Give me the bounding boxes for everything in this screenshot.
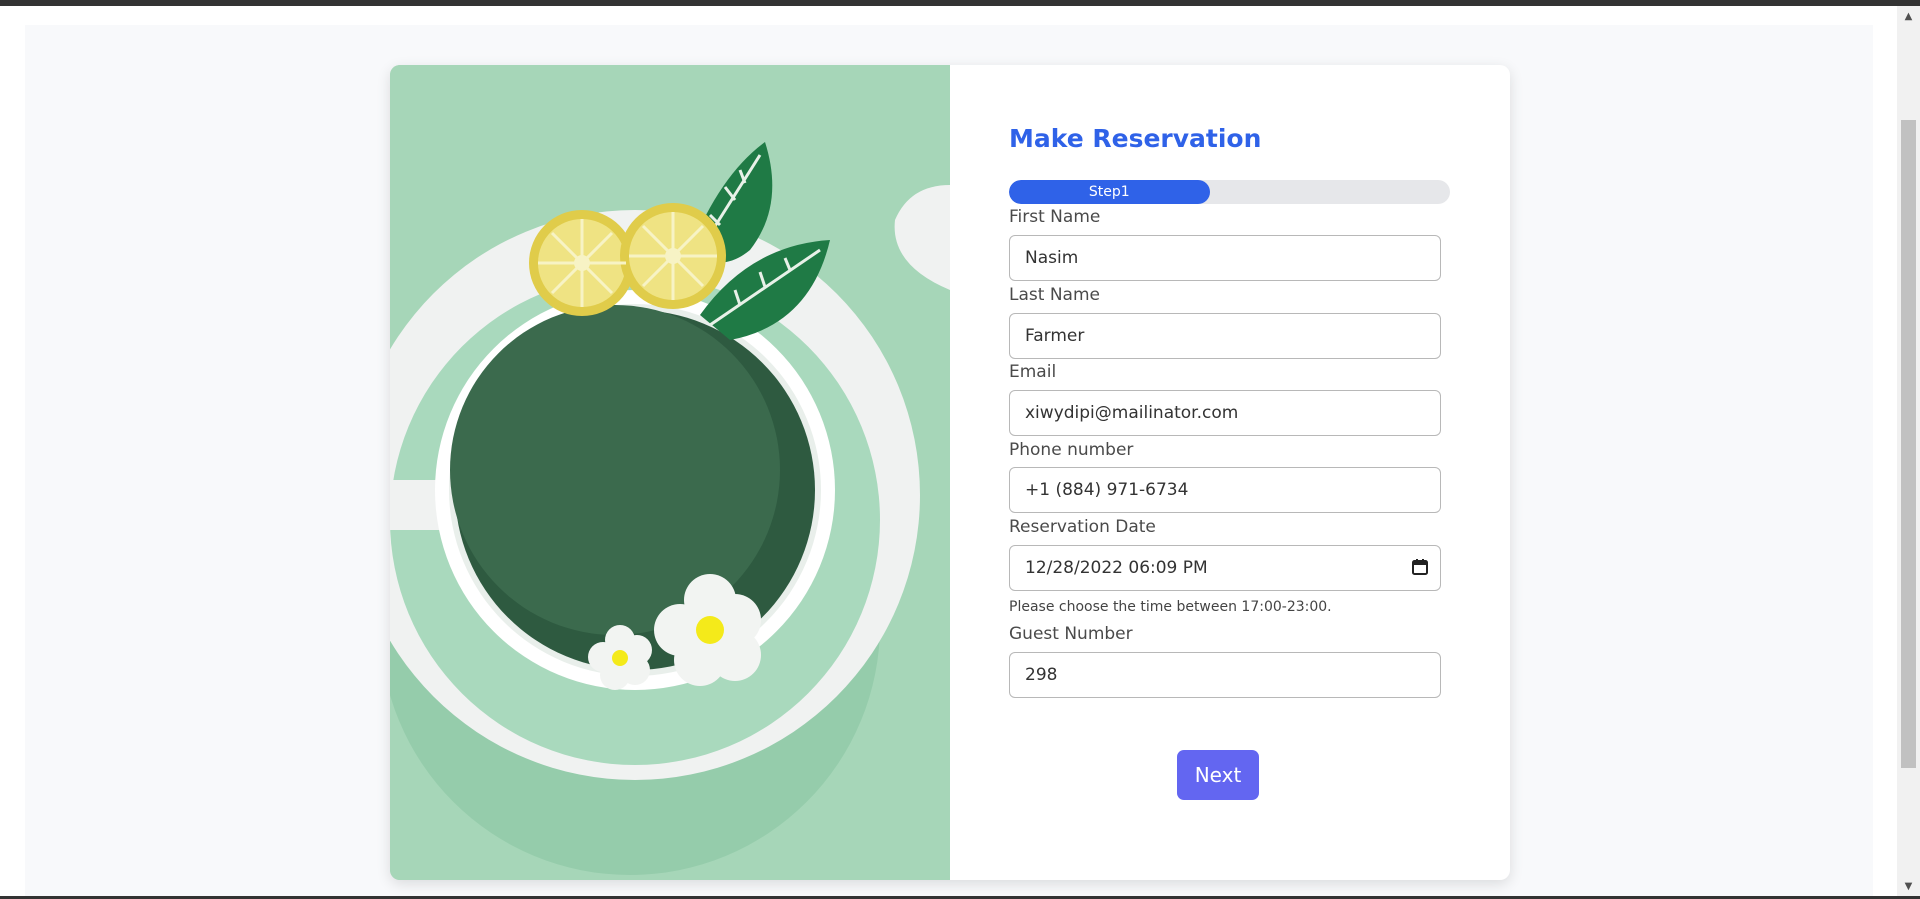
browser-top-bar	[0, 0, 1920, 6]
tea-cup-image	[390, 65, 950, 880]
reservation-date-value: 12/28/2022 06:09 PM	[1025, 558, 1208, 578]
last-name-label: Last Name	[1009, 285, 1100, 305]
first-name-input[interactable]: Nasim	[1009, 235, 1441, 281]
guest-number-label: Guest Number	[1009, 624, 1133, 644]
scroll-down-arrow-icon[interactable]: ▼	[1897, 880, 1920, 894]
email-label: Email	[1009, 362, 1057, 382]
scrollbar[interactable]: ▲ ▼	[1897, 6, 1920, 896]
calendar-icon[interactable]	[1412, 559, 1428, 575]
phone-input[interactable]: +1 (884) 971-6734	[1009, 467, 1441, 513]
email-value: xiwydipi@mailinator.com	[1025, 403, 1239, 423]
guest-number-value: 298	[1025, 665, 1058, 685]
phone-label: Phone number	[1009, 440, 1134, 460]
first-name-label: First Name	[1009, 207, 1101, 227]
reservation-date-input[interactable]: 12/28/2022 06:09 PM	[1009, 545, 1441, 591]
reservation-date-helper: Please choose the time between 17:00-23:…	[1009, 599, 1332, 615]
next-button[interactable]: Next	[1177, 750, 1259, 800]
phone-value: +1 (884) 971-6734	[1025, 480, 1189, 500]
scrollbar-thumb[interactable]	[1901, 120, 1916, 768]
guest-number-input[interactable]: 298	[1009, 652, 1441, 698]
reservation-date-label: Reservation Date	[1009, 517, 1156, 537]
first-name-value: Nasim	[1025, 248, 1079, 268]
step-progress-bar: Step1	[1009, 180, 1450, 204]
scroll-up-arrow-icon[interactable]: ▲	[1897, 10, 1920, 24]
reservation-card: Make Reservation Step1 First Name Nasim …	[390, 65, 1510, 880]
form-title: Make Reservation	[1009, 124, 1262, 153]
last-name-value: Farmer	[1025, 326, 1085, 346]
email-input[interactable]: xiwydipi@mailinator.com	[1009, 390, 1441, 436]
tea-cup-illustration	[390, 65, 950, 880]
last-name-input[interactable]: Farmer	[1009, 313, 1441, 359]
step-progress-fill: Step1	[1009, 180, 1210, 204]
